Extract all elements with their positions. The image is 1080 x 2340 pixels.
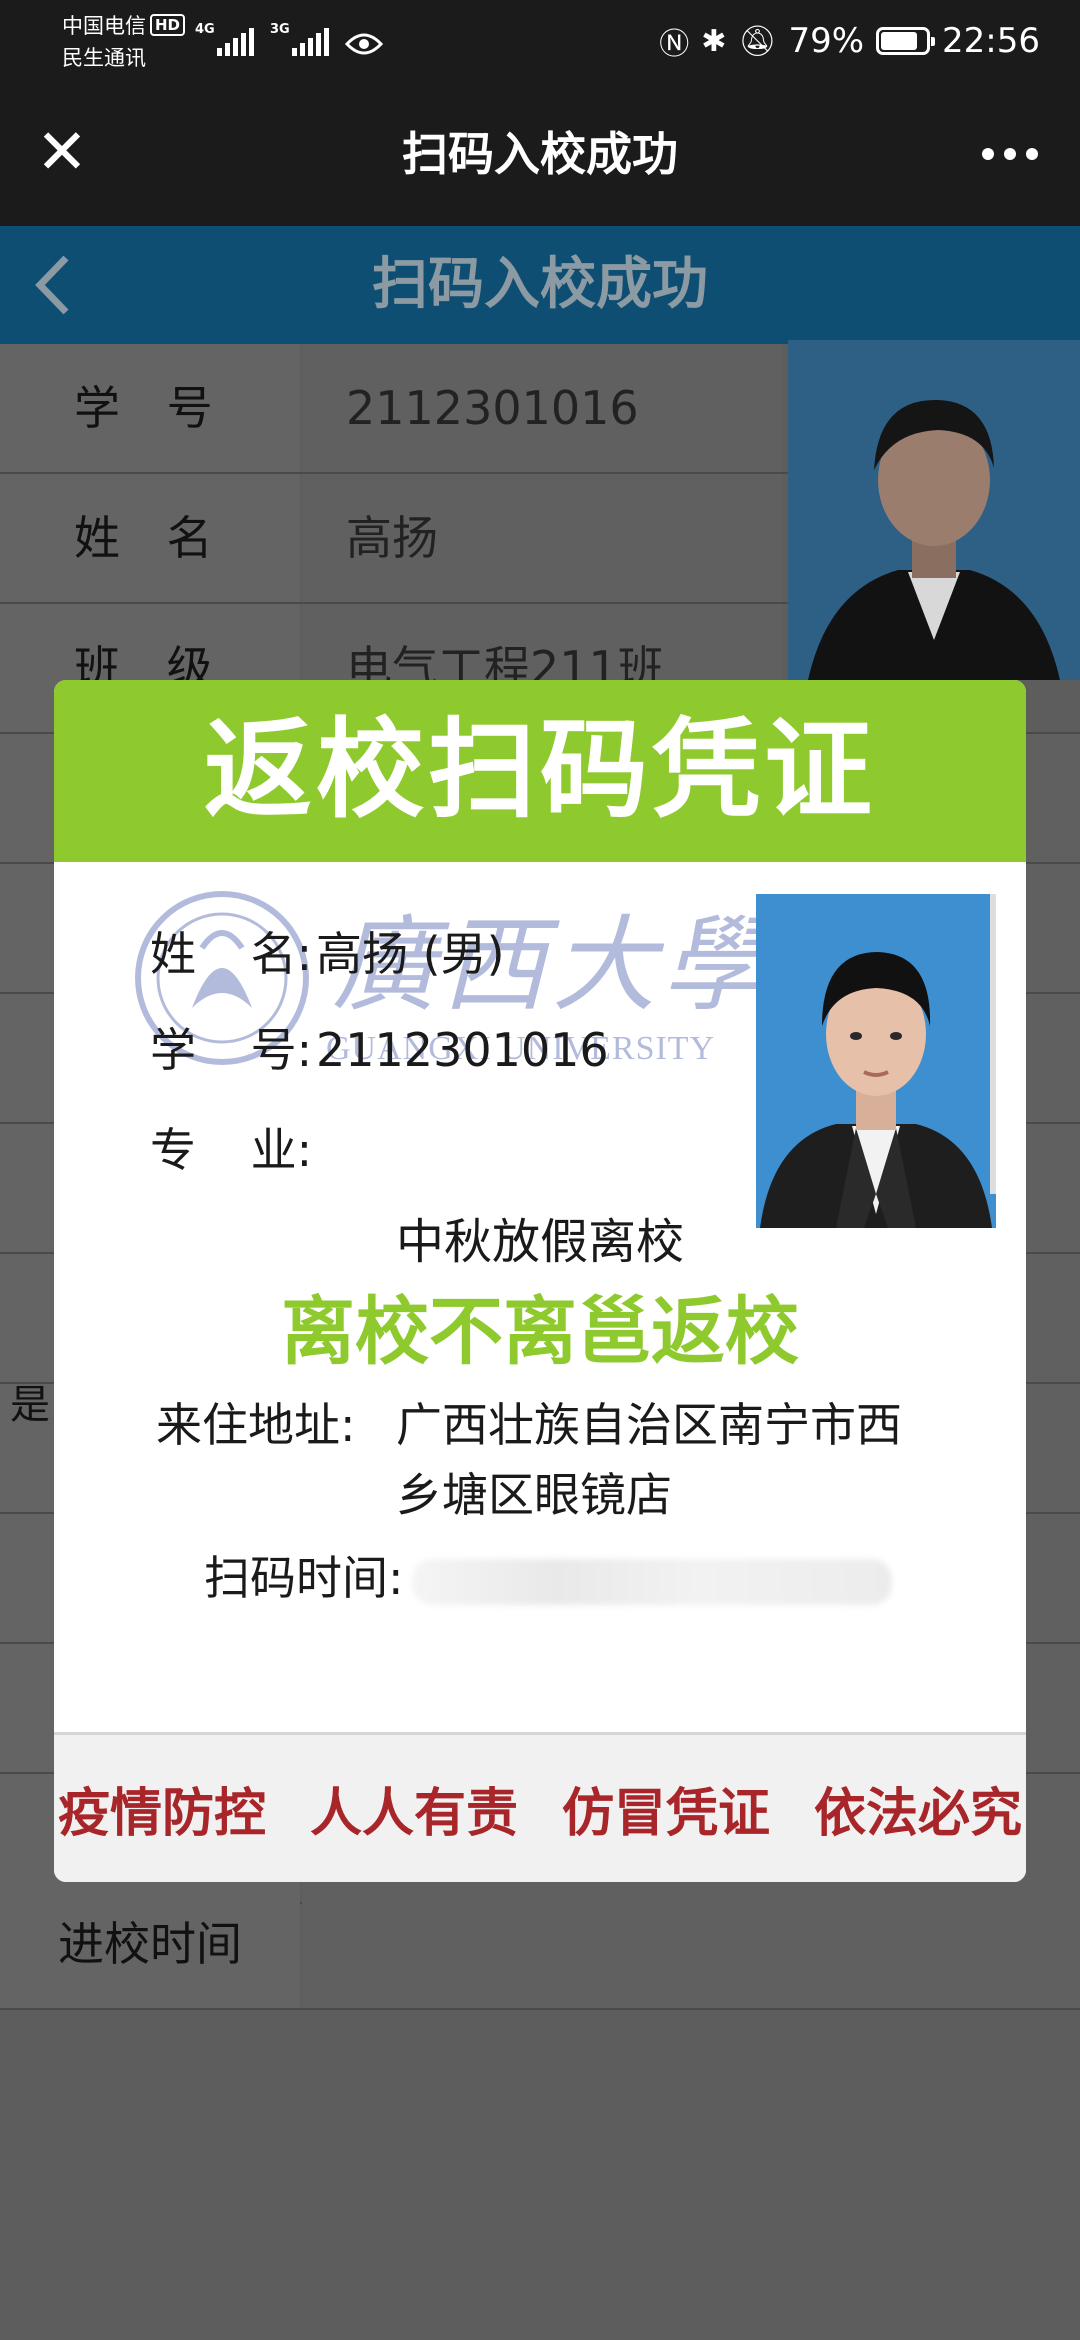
voucher-slogan: 离校不离邕返校 (281, 1289, 799, 1375)
name-field: 姓 名:高扬 (男) (150, 918, 505, 984)
address-line-2: 乡塘区眼镜店 (396, 1468, 672, 1522)
signal-3g-icon: 3G (270, 22, 329, 56)
address-line-1: 广西壮族自治区南宁市西 (396, 1398, 902, 1452)
voucher-footer: 疫情防控 人人有责 仿冒凭证 依法必究 (54, 1732, 1026, 1882)
student-photo (788, 340, 1080, 680)
status-right: Ⓝ ✱ 🔕︎ 79% 22:56 (659, 16, 1040, 66)
row-value: 2112301016 (302, 344, 782, 472)
scan-time-field: 扫码时间: (204, 1542, 892, 1608)
page-title: 扫码入校成功 (372, 252, 708, 317)
partial-label: 是 (10, 1382, 50, 1428)
webview-titlebar: ✕ 扫码入校成功 (0, 82, 1080, 226)
student-id-value: 2112301016 (316, 1023, 609, 1077)
footer-slogan: 人人有责 (309, 1784, 518, 1844)
carrier-info: 中国电信 HD 民生通讯 (62, 10, 186, 74)
row-label: 学 号 (0, 344, 300, 472)
status-bar: 中国电信 HD 民生通讯 4G 3G Ⓝ ✱ 🔕︎ 79% 22:56 (0, 0, 1080, 82)
major-field: 专 业: (150, 1114, 316, 1180)
voucher-title: 返校扫码凭证 (54, 680, 1026, 862)
webview-title: 扫码入校成功 (402, 127, 678, 181)
voucher-subtitle: 中秋放假离校 (395, 1214, 684, 1270)
scan-time-label: 扫码时间: (204, 1551, 404, 1605)
bluetooth-icon: ✱ (701, 23, 727, 59)
battery-icon (876, 27, 936, 55)
entry-time-row: 进校时间 (0, 1880, 1080, 2010)
signal-4g-icon: 4G (195, 22, 254, 56)
name-value: 高扬 (男) (316, 927, 505, 981)
page-header: 扫码入校成功 (0, 226, 1080, 344)
signal-indicators: 4G 3G (195, 22, 383, 56)
row-value: 高扬 (302, 474, 782, 602)
clock: 22:56 (942, 21, 1040, 61)
hd-icon: HD (150, 14, 186, 36)
voucher-body: 廣西大學 GUANGXI UNIVERSITY 姓 名:高扬 (男) 学 号:2… (54, 862, 1026, 1712)
major-label: 专 业: (150, 1123, 313, 1177)
address-label: 来住地址: (156, 1398, 356, 1452)
footer-slogan: 疫情防控 (58, 1784, 267, 1844)
carrier-name: 中国电信 (62, 14, 146, 38)
voucher-photo (756, 894, 996, 1228)
student-id-label: 学 号: (150, 1023, 313, 1077)
carrier-name-2: 民生通讯 (62, 46, 146, 70)
entry-time-label: 进校时间 (0, 1880, 300, 2008)
name-label: 姓 名: (150, 927, 313, 981)
row-label: 姓 名 (0, 474, 300, 602)
student-id-field: 学 号:2112301016 (150, 1014, 609, 1080)
footer-slogan: 仿冒凭证 (561, 1784, 770, 1844)
return-voucher-card: 返校扫码凭证 廣西大學 GUANGXI UNIVERSITY 姓 名:高扬 (男… (54, 680, 1026, 1882)
mute-bell-icon: 🔕︎ (738, 23, 777, 59)
address-field: 来住地址: 广西壮族自治区南宁市西 乡塘区眼镜店 (156, 1390, 902, 1530)
eye-icon (345, 33, 383, 55)
nfc-icon: Ⓝ (659, 27, 690, 62)
entry-time-value (302, 1880, 1080, 2008)
footer-slogan: 依法必究 (813, 1784, 1022, 1844)
scan-time-value-redacted (411, 1558, 892, 1605)
more-options-icon[interactable] (970, 126, 1050, 182)
battery-percent: 79% (788, 21, 865, 61)
